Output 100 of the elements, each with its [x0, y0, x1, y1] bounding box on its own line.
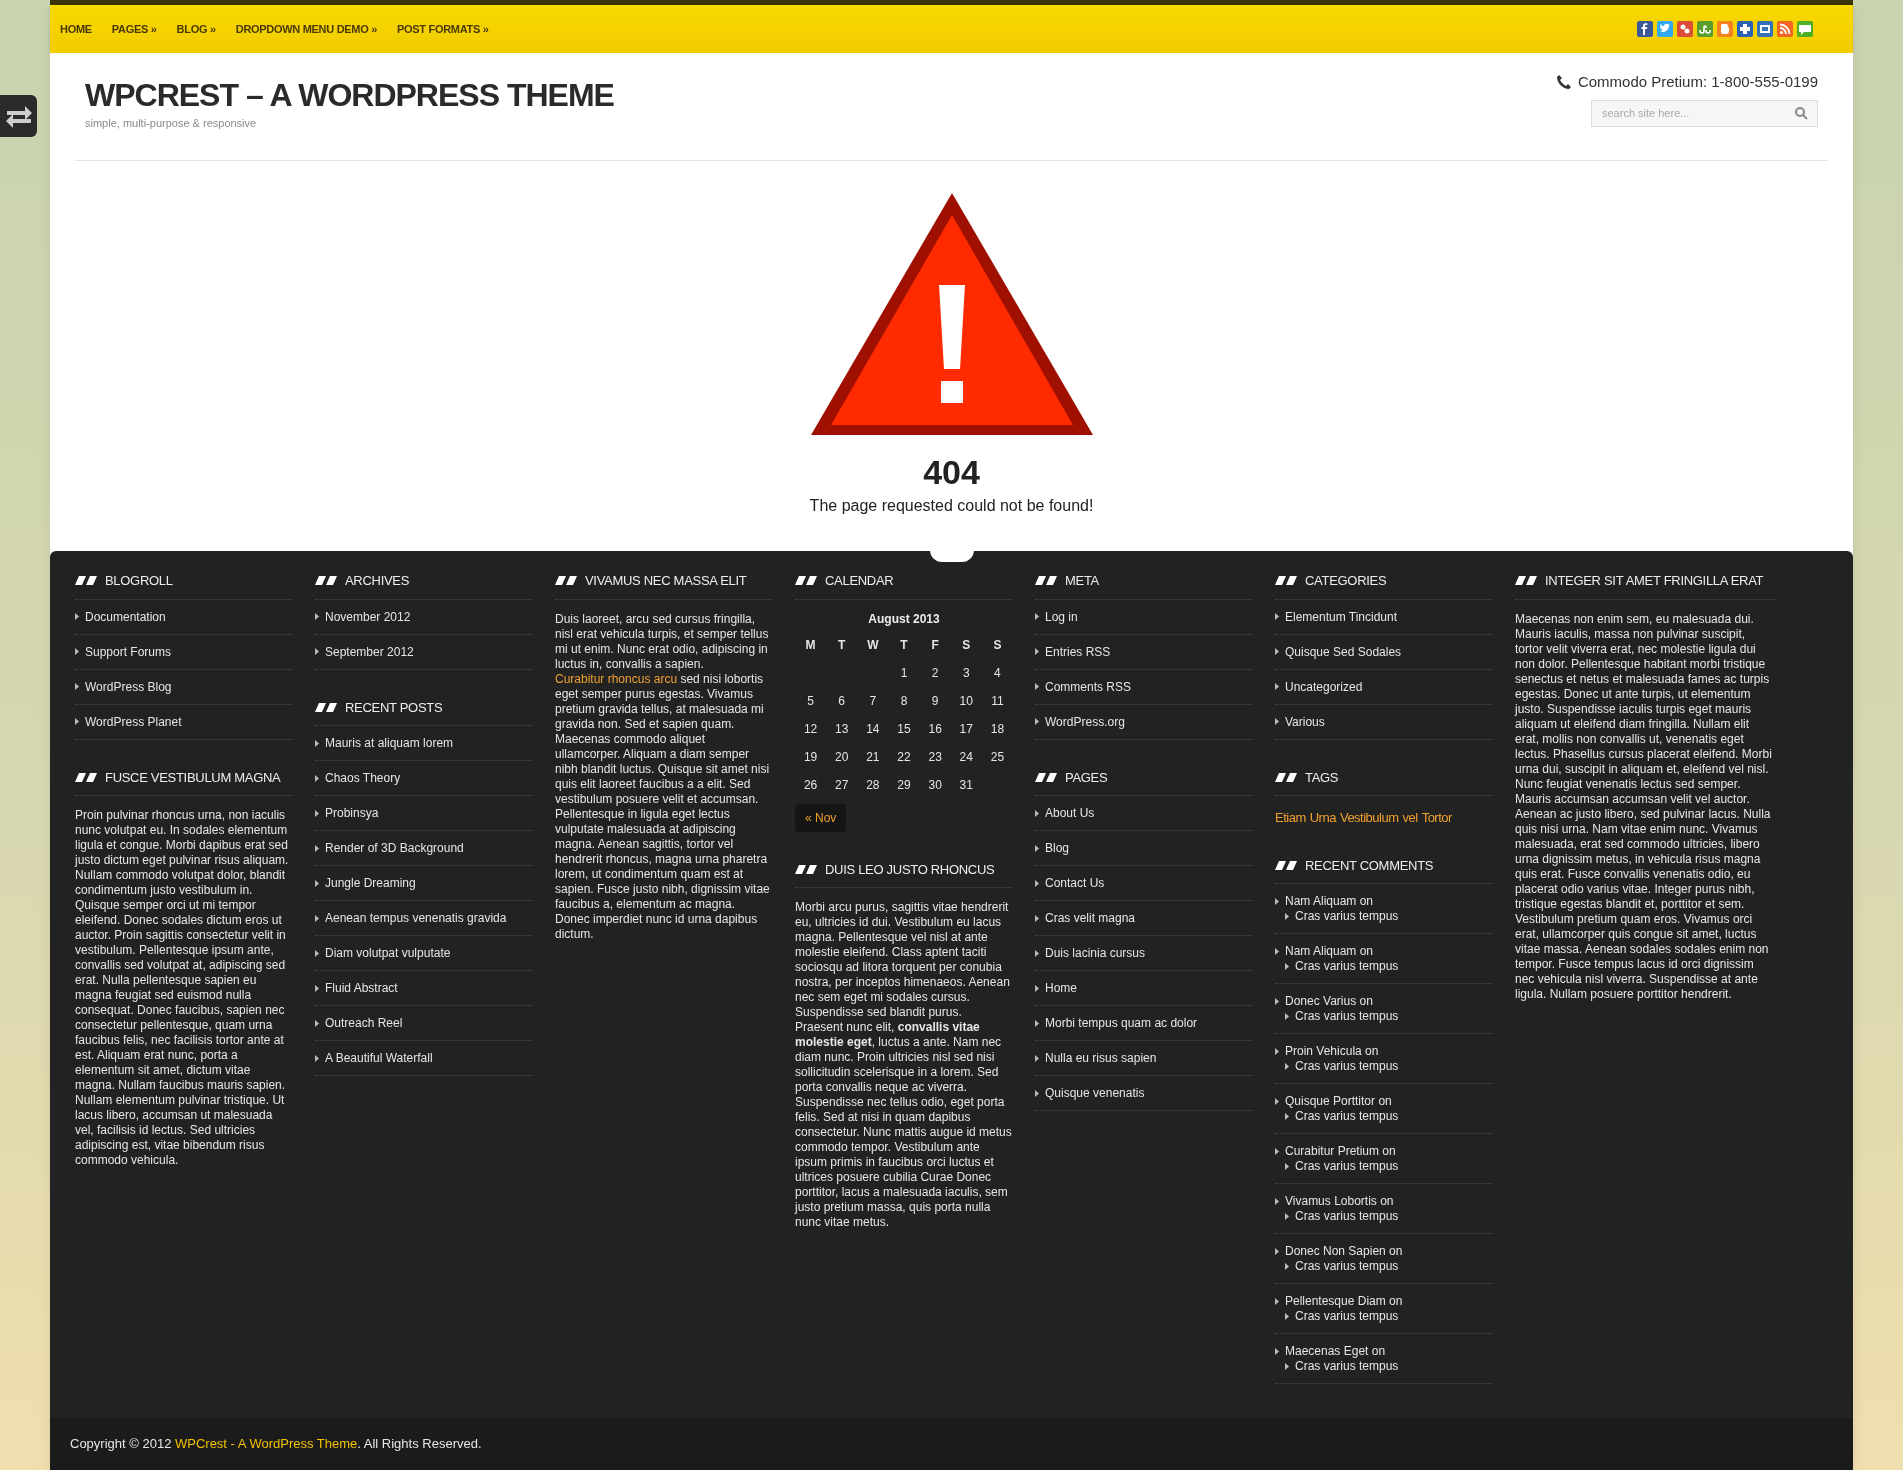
footer-link[interactable]: Mauris at aliquam lorem — [325, 734, 454, 752]
tag-link[interactable]: Tortor — [1421, 808, 1452, 828]
comment-post-link[interactable]: Cras varius tempus — [1295, 1358, 1399, 1374]
comment-author: Quisque Porttitor on — [1285, 1093, 1392, 1109]
footer-link[interactable]: Uncategorized — [1285, 677, 1363, 696]
footer-link[interactable]: WordPress.org — [1045, 712, 1125, 731]
nav-link[interactable]: DROPDOWN MENU DEMO » — [235, 20, 378, 38]
footer-link[interactable]: September 2012 — [325, 642, 414, 661]
footer-link[interactable]: Entries RSS — [1045, 642, 1111, 661]
tag-link[interactable]: Urna — [1309, 808, 1336, 828]
paragraph: Morbi arcu purus, sagittis vitae hendrerit eu, ultricies id dui. Vestibulum eu lacus magna. Pellentesque vel nisl at ante molestie eleifend. Class aptent taciti sociosqu ad litora torquent per conubia nostra, per inceptos himenaeos. Aenean nec sem eget mi sodales cursus. Suspendisse sed blandit purus. Praesent nunc elit, convallis vitae molestie eget, luctus a ante. Nam nec diam nunc. Proin ultricies nisl sed nisi sollicitudin scelerisque in a lorem. Sed porta convallis neque ac viverra. Suspendisse nec tellus odio, eget porta felis. Sed at nisi in quam dapibus consectetur. Nunc mattis augue id metus commodo tempor. Vestibulum ante ipsum primis in faucibus orci luctus et ultrices posuere cubilia Curae Donec porttitor, lacus a malesuada iaculis, sem justo pretium massa, quis porta nulla nunc vitae metus. — [795, 900, 1013, 1230]
comment-author: Maecenas Eget on — [1285, 1343, 1386, 1359]
double-slash-icon — [75, 576, 97, 586]
search-field[interactable]: search site here... — [1591, 99, 1818, 127]
swap-arrows-button[interactable] — [0, 95, 37, 137]
footer-link[interactable]: Blog — [1045, 839, 1070, 857]
footer-link[interactable]: Home — [1045, 979, 1077, 997]
double-slash-icon — [1275, 860, 1297, 870]
footer-link[interactable]: November 2012 — [325, 607, 411, 626]
footer-link[interactable]: Various — [1285, 712, 1325, 731]
dots-icon[interactable] — [1677, 21, 1693, 37]
site-title[interactable]: WPCREST – A WORDPRESS THEME — [85, 79, 614, 111]
calendar-day: 20 — [826, 747, 858, 766]
widget-title: RECENT POSTS — [345, 698, 443, 717]
footer-link[interactable]: Outreach Reel — [325, 1014, 403, 1032]
footer-link[interactable]: Contact Us — [1045, 874, 1105, 892]
comment-post-link[interactable]: Cras varius tempus — [1295, 1208, 1399, 1224]
footer-link[interactable]: Jungle Dreaming — [325, 874, 416, 892]
footer-link[interactable]: Documentation — [85, 607, 166, 626]
comment-post-link[interactable]: Cras varius tempus — [1295, 1058, 1399, 1074]
tag-link[interactable]: Etiam — [1275, 808, 1306, 828]
rss-icon[interactable] — [1777, 21, 1793, 37]
widget-title: BLOGROLL — [105, 572, 173, 590]
tag-link[interactable]: vel — [1402, 808, 1418, 828]
widget-title: META — [1065, 572, 1099, 590]
calendar-day: 12 — [795, 719, 827, 738]
calendar-day: 6 — [826, 691, 858, 710]
su-letters-icon[interactable] — [1697, 21, 1713, 37]
comment-post-link[interactable]: Cras varius tempus — [1295, 1108, 1399, 1124]
double-slash-icon — [1515, 576, 1537, 586]
footer-link[interactable]: Fluid Abstract — [325, 979, 398, 997]
calendar-day: 15 — [888, 719, 920, 738]
footer-link[interactable]: Render of 3D Background — [325, 839, 464, 857]
footer-link[interactable]: Morbi tempus quam ac dolor — [1045, 1014, 1198, 1032]
comment-author: Nam Aliquam on — [1285, 943, 1374, 959]
comment-post-link[interactable]: Cras varius tempus — [1295, 1258, 1399, 1274]
footer-link[interactable]: Log in — [1045, 607, 1078, 626]
widget-title: RECENT COMMENTS — [1305, 856, 1434, 875]
window-icon[interactable] — [1757, 21, 1773, 37]
widget-title: CALENDAR — [825, 572, 894, 590]
comment-post-link[interactable]: Cras varius tempus — [1295, 1308, 1399, 1324]
footer-link[interactable]: Nulla eu risus sapien — [1045, 1049, 1157, 1067]
comment-post-link[interactable]: Cras varius tempus — [1295, 1158, 1399, 1174]
footer-link[interactable]: Quisque Sed Sodales — [1285, 642, 1402, 661]
caret-icon — [1035, 648, 1039, 655]
footer-link[interactable]: Comments RSS — [1045, 677, 1132, 696]
nav-link[interactable]: BLOG » — [176, 20, 216, 38]
calendar-day: 17 — [950, 719, 982, 738]
footer-link[interactable]: About Us — [1045, 804, 1095, 822]
text-link[interactable]: Curabitur rhoncus arcu — [555, 671, 678, 686]
letter-b-icon[interactable] — [1717, 21, 1733, 37]
comment-author: Donec Varius on — [1285, 993, 1373, 1009]
footer-link[interactable]: Chaos Theory — [325, 769, 401, 787]
footer-link[interactable]: Quisque venenatis — [1045, 1084, 1145, 1102]
calendar-day: 4 — [981, 663, 1013, 682]
phone-icon — [1555, 74, 1572, 91]
calendar-day: 5 — [795, 691, 827, 710]
letter-f-icon[interactable] — [1637, 21, 1653, 37]
footer-link[interactable]: Elementum Tincidunt — [1285, 607, 1398, 626]
comment-post-link[interactable]: Cras varius tempus — [1295, 1008, 1399, 1024]
footer-link[interactable]: Cras velit magna — [1045, 909, 1136, 927]
tag-link[interactable]: Vestibulum — [1339, 808, 1399, 828]
calendar-day: 25 — [981, 747, 1013, 766]
calendar-day: 22 — [888, 747, 920, 766]
comment-post-link[interactable]: Cras varius tempus — [1295, 908, 1399, 924]
caret-icon — [1275, 613, 1279, 620]
plus-icon[interactable] — [1737, 21, 1753, 37]
previous-month-link[interactable]: « Nov — [795, 803, 847, 832]
caret-icon — [1035, 1089, 1039, 1097]
footer-link[interactable]: Aenean tempus venenatis gravida — [325, 909, 507, 927]
calendar-day: 30 — [919, 775, 951, 794]
footer-link[interactable]: WordPress Blog — [85, 677, 172, 696]
widget-title: ARCHIVES — [345, 572, 410, 590]
comment-post-link[interactable]: Cras varius tempus — [1295, 958, 1399, 974]
nav-link[interactable]: HOME — [60, 20, 92, 38]
nav-link[interactable]: POST FORMATS » — [397, 20, 489, 38]
footer-link[interactable]: Probinsya — [325, 804, 379, 822]
speech-bubble-icon[interactable] — [1797, 21, 1813, 37]
calendar-day: 10 — [950, 691, 982, 710]
footer-link[interactable]: WordPress Planet — [85, 712, 182, 731]
footer-link[interactable]: Support Forums — [85, 642, 172, 661]
calendar-day: 13 — [826, 719, 858, 738]
calendar-day: 18 — [981, 719, 1013, 738]
footer-link[interactable]: Duis lacinia cursus — [1045, 944, 1146, 962]
weekday-label: T — [837, 636, 847, 654]
widget-title: DUIS LEO JUSTO RHONCUS — [825, 860, 995, 879]
nav-link[interactable]: PAGES » — [111, 20, 157, 38]
calendar-day: 9 — [919, 691, 951, 710]
footer-link[interactable]: Diam volutpat vulputate — [325, 944, 451, 962]
footer-link[interactable]: A Beautiful Waterfall — [325, 1049, 433, 1067]
